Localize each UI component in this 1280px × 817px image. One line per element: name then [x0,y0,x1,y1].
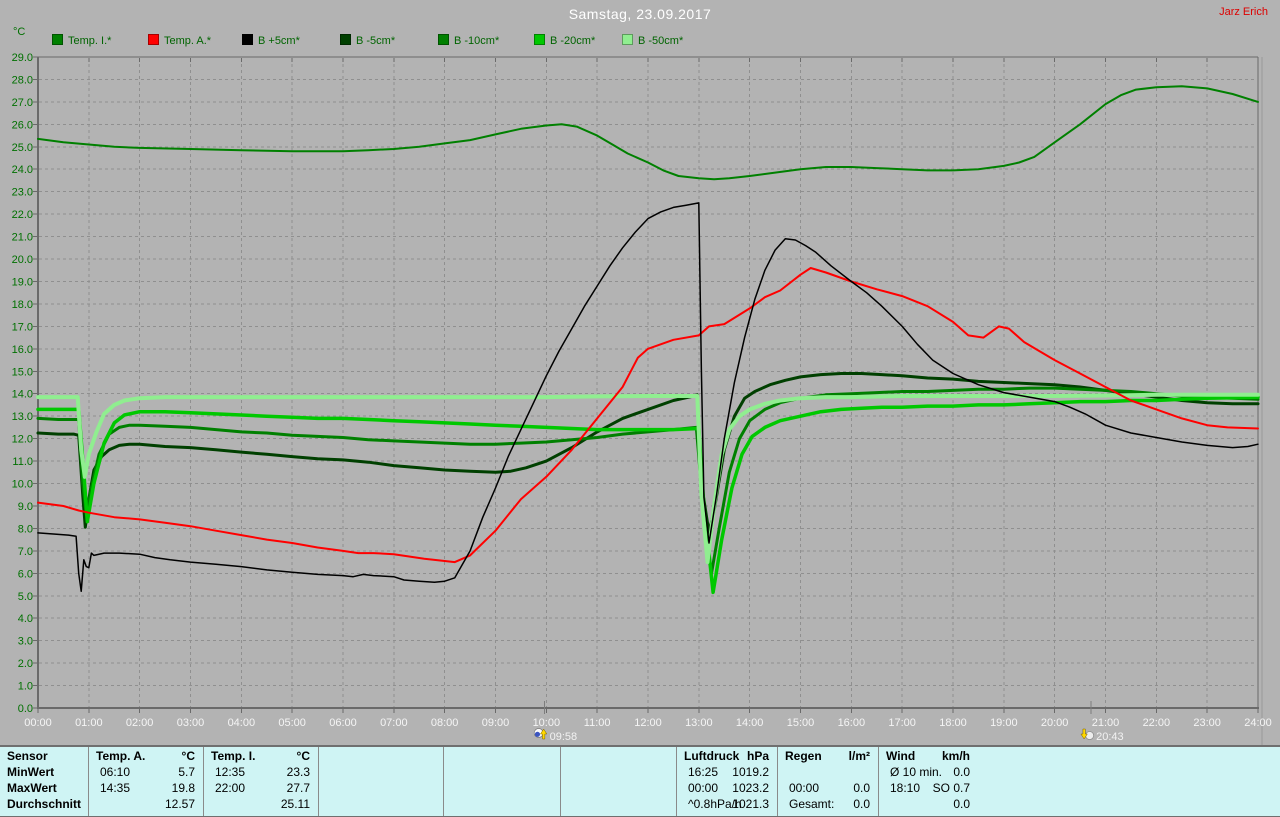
svg-text:15.0: 15.0 [12,366,33,378]
svg-text:04:00: 04:00 [228,717,256,729]
column-unit: hPa [746,749,769,763]
svg-text:9.0: 9.0 [18,501,33,513]
stat-value: 1023.2 [732,781,769,795]
stat-value: 25.11 [280,797,310,811]
svg-text:6.0: 6.0 [18,568,33,580]
stat-value: SO 0.7 [932,781,970,795]
svg-text:11:00: 11:00 [584,717,611,729]
svg-text:09:58: 09:58 [550,731,578,743]
svg-text:8.0: 8.0 [18,523,33,535]
moonrise-icon [533,728,548,740]
svg-text:17.0: 17.0 [12,321,33,333]
svg-text:09:00: 09:00 [482,717,510,729]
row-label-maxwert: MaxWert [7,781,57,795]
svg-text:29.0: 29.0 [12,52,33,64]
svg-text:14:00: 14:00 [736,717,764,729]
column-unit: km/h [941,749,970,763]
svg-text:13:00: 13:00 [685,717,713,729]
stat-value: 1021.3 [732,797,769,811]
column-unit: °C [181,749,195,763]
stats-table: Sensor MinWert MaxWert Durchschnitt Temp. A.… [0,745,1280,817]
svg-text:26.0: 26.0 [12,119,33,131]
column-unit: l/m² [848,749,870,763]
svg-text:28.0: 28.0 [12,74,33,86]
svg-text:11.0: 11.0 [12,456,33,468]
svg-text:21.0: 21.0 [12,232,33,244]
svg-text:06:00: 06:00 [329,717,357,729]
svg-text:12.0: 12.0 [12,434,33,446]
svg-text:07:00: 07:00 [380,717,408,729]
svg-text:12:00: 12:00 [634,717,662,729]
svg-text:00:00: 00:00 [24,717,52,729]
svg-text:10.0: 10.0 [12,479,33,491]
stat-value: 0.0 [953,797,970,811]
svg-text:10:00: 10:00 [533,717,561,729]
svg-text:22:00: 22:00 [1143,717,1171,729]
svg-text:13.0: 13.0 [12,411,33,423]
stat-value: 5.7 [178,765,195,779]
svg-text:16:00: 16:00 [838,717,866,729]
row-label-sensor: Sensor [7,749,48,763]
column-divider [318,747,319,816]
moonset-icon [1080,728,1094,740]
stat-value: 1019.2 [732,765,769,779]
svg-text:24.0: 24.0 [12,164,33,176]
stat-value: 23.3 [286,765,310,779]
y-axis-labels: 0.0 1.0 2.0 3.0 4.0 5.0 6.0 7.0 8.0 9.0 10.0 11.0 12… [12,52,33,715]
svg-text:7.0: 7.0 [18,546,33,558]
gridlines [39,58,1257,707]
svg-text:19.0: 19.0 [12,276,33,288]
svg-text:18.0: 18.0 [12,299,33,311]
temperature-chart: 0.0 1.0 2.0 3.0 4.0 5.0 6.0 7.0 8.0 9.0 10.0 11.0 12… [12,52,1272,745]
svg-text:01:00: 01:00 [75,717,103,729]
svg-text:23.0: 23.0 [12,187,33,199]
svg-text:0.0: 0.0 [18,703,33,715]
app-window: Samstag, 23.09.2017 Jarz Erich °C Temp. … [0,0,1280,817]
stat-value: 27.7 [286,781,310,795]
svg-text:17:00: 17:00 [888,717,916,729]
row-label-minwert: MinWert [7,765,55,779]
x-axis-labels: 00:00 01:00 02:00 03:00 04:00 05:00 06:00 07:00… [24,717,1272,729]
stat-value: 0.0 [953,765,970,779]
stat-value: 19.8 [171,781,195,795]
svg-text:16.0: 16.0 [12,344,33,356]
svg-text:22.0: 22.0 [12,209,33,221]
row-label-durchschnitt: Durchschnitt [7,797,82,811]
svg-text:3.0: 3.0 [18,636,33,648]
svg-text:2.0: 2.0 [18,658,33,670]
stat-value: 12.57 [164,797,195,811]
svg-text:21:00: 21:00 [1092,717,1120,729]
svg-text:20:43: 20:43 [1096,731,1124,743]
svg-text:02:00: 02:00 [126,717,154,729]
svg-text:25.0: 25.0 [12,142,33,154]
svg-text:27.0: 27.0 [12,97,33,109]
svg-text:14.0: 14.0 [12,389,33,401]
svg-text:23:00: 23:00 [1193,717,1221,729]
column-unit: °C [296,749,310,763]
column-divider [443,747,444,816]
stat-value: 0.0 [853,797,870,811]
column-divider [560,747,561,816]
svg-text:15:00: 15:00 [787,717,815,729]
svg-text:18:00: 18:00 [939,717,967,729]
svg-text:1.0: 1.0 [18,681,33,693]
svg-text:05:00: 05:00 [278,717,306,729]
svg-text:19:00: 19:00 [990,717,1018,729]
svg-text:03:00: 03:00 [177,717,205,729]
svg-text:5.0: 5.0 [18,591,33,603]
stat-value: 0.0 [853,781,870,795]
svg-text:4.0: 4.0 [18,613,33,625]
svg-text:24:00: 24:00 [1244,717,1272,729]
svg-text:20.0: 20.0 [12,254,33,266]
svg-text:08:00: 08:00 [431,717,459,729]
svg-text:20:00: 20:00 [1041,717,1069,729]
